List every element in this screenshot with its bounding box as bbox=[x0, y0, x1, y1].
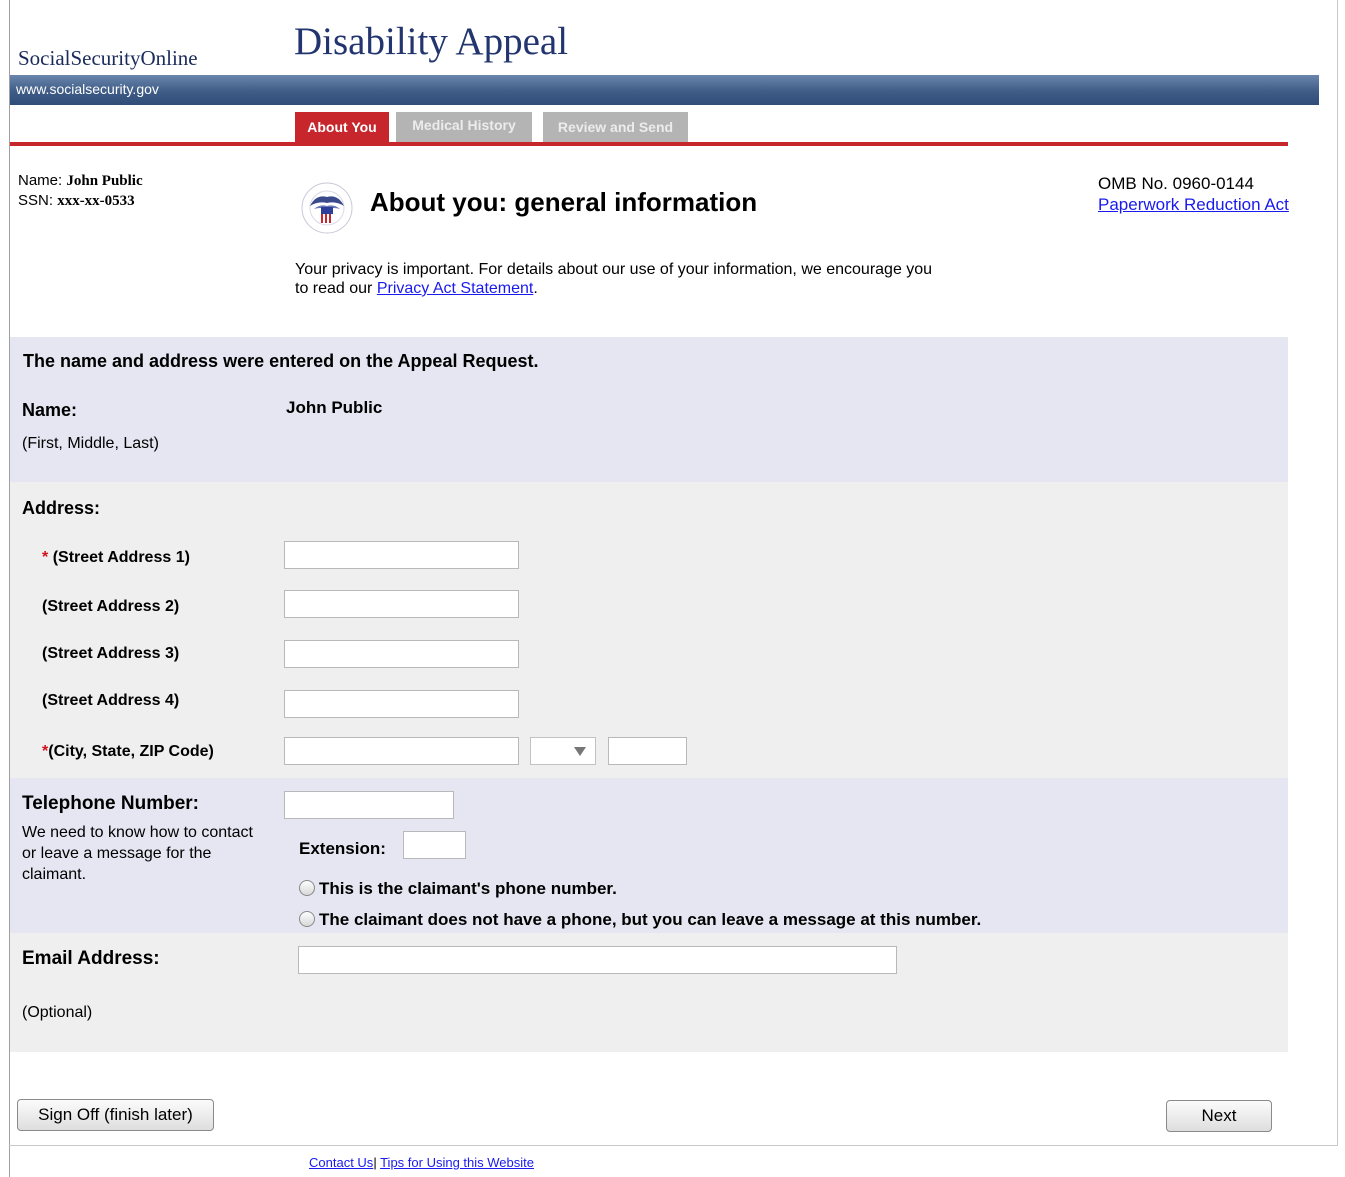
url-bar: www.socialsecurity.gov bbox=[10, 75, 1319, 105]
address-section: Address: * (Street Address 1) (Street Ad… bbox=[10, 482, 1288, 778]
tab-underline bbox=[10, 142, 1288, 146]
claimant-ssn: xxx-xx-0533 bbox=[57, 193, 135, 209]
state-select[interactable] bbox=[530, 737, 596, 765]
city-input[interactable] bbox=[284, 737, 519, 765]
privacy-end: . bbox=[533, 280, 538, 297]
privacy-act-statement-link[interactable]: Privacy Act Statement bbox=[377, 280, 534, 297]
name-section: The name and address were entered on the… bbox=[10, 337, 1288, 482]
tab-medical-history[interactable]: Medical History bbox=[396, 112, 532, 142]
street-address-2-input[interactable] bbox=[284, 590, 519, 618]
name-label: Name: bbox=[22, 400, 78, 420]
page-frame-right bbox=[1337, 0, 1338, 1145]
claimant-identity: Name: John Public SSN: xxx-xx-0533 bbox=[18, 171, 143, 211]
street-address-1-input[interactable] bbox=[284, 541, 519, 569]
email-label: Email Address: bbox=[22, 948, 160, 969]
footer-links: Contact Us| Tips for Using this Website bbox=[309, 1155, 534, 1170]
extension-input[interactable] bbox=[403, 831, 466, 859]
page-title: About you: general information bbox=[370, 187, 758, 217]
street-address-2-label: (Street Address 2) bbox=[42, 598, 180, 615]
claimant-name: John Public bbox=[66, 173, 143, 189]
street-address-3-input[interactable] bbox=[284, 640, 519, 668]
omb-block: OMB No. 0960-0144 Paperwork Reduction Ac… bbox=[1098, 173, 1289, 215]
radio-leave-message[interactable]: The claimant does not have a phone, but … bbox=[299, 910, 981, 930]
zip-input[interactable] bbox=[608, 737, 687, 765]
site-url: www.socialsecurity.gov bbox=[16, 81, 159, 97]
tips-link[interactable]: Tips for Using this Website bbox=[380, 1155, 534, 1170]
appeal-request-heading: The name and address were entered on the… bbox=[23, 351, 539, 371]
footer-separator: | bbox=[373, 1155, 377, 1170]
telephone-label: Telephone Number: bbox=[22, 793, 199, 814]
name-sublabel: (First, Middle, Last) bbox=[22, 435, 159, 452]
address-label: Address: bbox=[22, 498, 101, 518]
claimant-name-label: Name: bbox=[18, 172, 63, 189]
site-name: SocialSecurityOnline bbox=[18, 46, 198, 70]
privacy-notice: Your privacy is important. For details a… bbox=[295, 260, 935, 298]
page-frame-bottom bbox=[9, 1145, 1338, 1146]
street-address-1-label: * (Street Address 1) bbox=[42, 549, 190, 566]
radio-button[interactable] bbox=[299, 911, 315, 927]
radio-claimant-phone-label: This is the claimant's phone number. bbox=[319, 879, 617, 898]
city-state-zip-label: *(City, State, ZIP Code) bbox=[42, 743, 214, 760]
omb-number: OMB No. 0960-0144 bbox=[1098, 174, 1254, 193]
email-input[interactable] bbox=[298, 946, 897, 974]
contact-us-link[interactable]: Contact Us bbox=[309, 1155, 373, 1170]
app-title: Disability Appeal bbox=[294, 20, 569, 63]
email-optional-note: (Optional) bbox=[22, 1004, 93, 1021]
claimant-ssn-label: SSN: bbox=[18, 192, 54, 209]
sign-off-button[interactable]: Sign Off (finish later) bbox=[17, 1099, 214, 1131]
tab-about-you[interactable]: About You bbox=[295, 112, 389, 142]
radio-leave-message-label: The claimant does not have a phone, but … bbox=[319, 910, 982, 929]
name-value: John Public bbox=[286, 398, 383, 417]
email-section: Email Address: (Optional) bbox=[10, 933, 1288, 1052]
chevron-down-icon bbox=[574, 747, 586, 756]
telephone-input[interactable] bbox=[284, 791, 454, 819]
street-address-4-label: (Street Address 4) bbox=[42, 692, 180, 709]
next-button[interactable]: Next bbox=[1166, 1100, 1272, 1132]
extension-label: Extension: bbox=[299, 839, 386, 858]
paperwork-reduction-act-link[interactable]: Paperwork Reduction Act bbox=[1098, 195, 1289, 214]
ssa-seal-icon bbox=[301, 182, 353, 234]
street-address-4-input[interactable] bbox=[284, 690, 519, 718]
radio-claimant-phone[interactable]: This is the claimant's phone number. bbox=[299, 879, 617, 899]
required-mark: * bbox=[42, 549, 49, 566]
telephone-help: We need to know how to contact or leave … bbox=[22, 824, 253, 883]
street-address-3-label: (Street Address 3) bbox=[42, 645, 180, 662]
tab-review-and-send[interactable]: Review and Send bbox=[543, 112, 688, 142]
radio-button[interactable] bbox=[299, 880, 315, 896]
